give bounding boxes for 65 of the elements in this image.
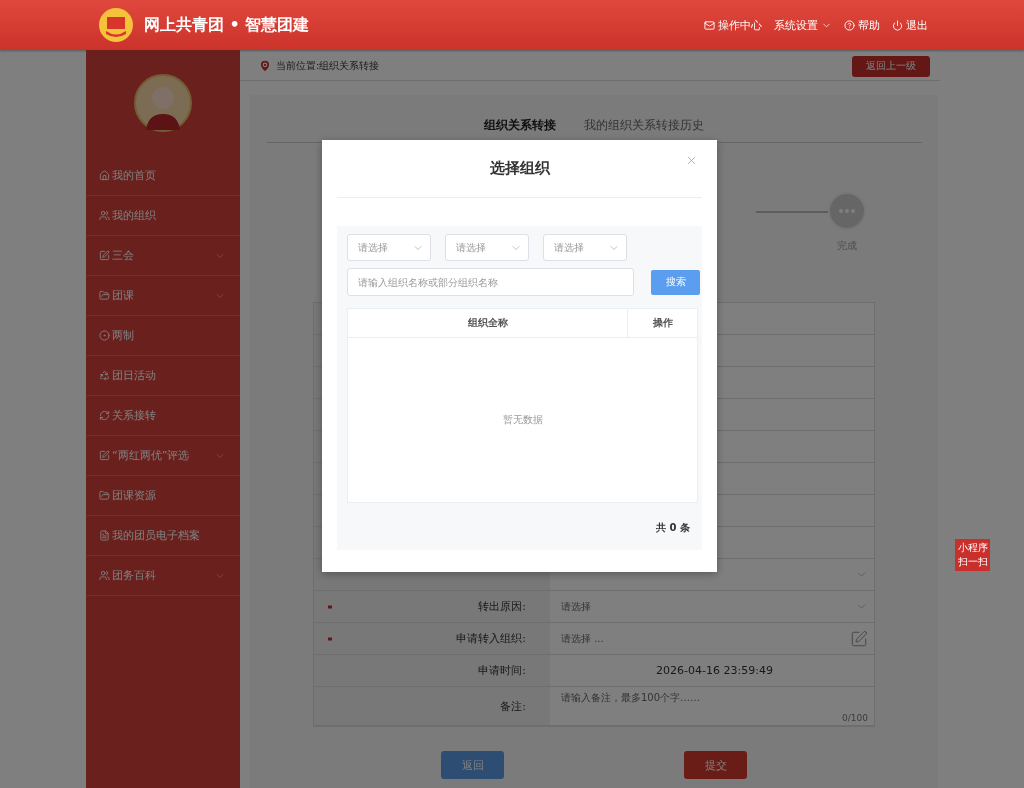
modal-title: 选择组织 xyxy=(489,159,550,178)
char-counter: 0/100 xyxy=(842,713,868,723)
power-icon xyxy=(892,19,903,31)
recycle-icon xyxy=(99,370,110,381)
sidebar-item[interactable]: 团课资源 xyxy=(86,476,240,516)
qr-badge[interactable]: 小程序 扫一扫 xyxy=(955,539,990,571)
field-label: 备注: xyxy=(500,698,526,714)
select-field[interactable]: 请选择 xyxy=(445,234,529,261)
column-header: 组织全称 xyxy=(348,309,628,337)
search-field[interactable]: 请输入组织名称或部分组织名称 xyxy=(347,268,634,296)
submit-button[interactable]: 提交 xyxy=(684,751,747,779)
help-icon xyxy=(844,19,855,31)
edit-icon[interactable] xyxy=(850,629,868,648)
logo-icon xyxy=(98,7,134,43)
home-icon xyxy=(99,170,110,181)
location-pin-icon xyxy=(258,59,272,73)
sidebar-item[interactable]: 我的团员电子档案 xyxy=(86,516,240,556)
sidebar-item[interactable]: 两制 xyxy=(86,316,240,356)
back-button[interactable]: 返回 xyxy=(441,751,504,779)
badge-text: 小程序 xyxy=(956,541,989,555)
select-field[interactable]: 请选择 xyxy=(347,234,431,261)
people-icon xyxy=(99,210,110,221)
folder-icon xyxy=(99,490,110,501)
back-button[interactable]: 返回上一级 xyxy=(852,55,930,77)
column-header: 操作 xyxy=(651,316,674,330)
nav-link[interactable]: 退出 xyxy=(892,17,928,33)
nav-link[interactable]: 系统设置 xyxy=(774,17,832,33)
mail-icon xyxy=(704,19,715,31)
step-icon xyxy=(828,192,866,230)
breadcrumb: 当前位置:组织关系转接 xyxy=(276,59,380,73)
sidebar-item[interactable]: “两红两优”评选 xyxy=(86,436,240,476)
sidebar-item[interactable]: 团日活动 xyxy=(86,356,240,396)
remark-field[interactable]: 请输入备注，最多100个字…… 0/100 xyxy=(550,687,874,725)
field-label: 转出原因: xyxy=(478,599,526,614)
sidebar-item[interactable]: 我的组织 xyxy=(86,196,240,236)
refresh-icon xyxy=(99,410,110,421)
search-button[interactable]: 搜索 xyxy=(651,269,700,295)
avatar xyxy=(134,74,192,132)
people-icon xyxy=(99,570,110,581)
empty-message: 暂无数据 xyxy=(502,413,543,427)
document-icon xyxy=(99,530,110,541)
site-title: 网上共青团 • 智慧团建 xyxy=(144,14,310,36)
required-icon xyxy=(328,636,332,641)
tab[interactable]: 我的组织关系转接历史 xyxy=(584,113,704,142)
sidebar-item[interactable]: 团务百科 xyxy=(86,556,240,596)
sidebar-item[interactable]: 我的首页 xyxy=(86,156,240,196)
total-count: 共 0 条 xyxy=(656,521,690,535)
nav-link[interactable]: 帮助 xyxy=(844,17,880,33)
field-value: 2026-04-16 23:59:49 xyxy=(656,664,773,677)
required-icon xyxy=(328,604,332,609)
sidebar-item[interactable]: 团课 xyxy=(86,276,240,316)
field-label: 申请时间: xyxy=(478,663,526,678)
folder-icon xyxy=(99,290,110,301)
select-field[interactable]: 请选择 xyxy=(543,234,627,261)
badge-text: 扫一扫 xyxy=(956,555,989,569)
pencil-square-icon xyxy=(99,450,110,461)
select-field[interactable]: 请选择 xyxy=(550,591,874,622)
close-button[interactable] xyxy=(685,154,698,167)
target-icon xyxy=(99,330,110,341)
pencil-square-icon xyxy=(99,250,110,261)
field-label: 申请转入组织: xyxy=(456,631,526,646)
nav-link[interactable]: 操作中心 xyxy=(704,17,762,33)
sidebar-item[interactable]: 关系接转 xyxy=(86,396,240,436)
close-icon xyxy=(685,154,698,167)
picker-field[interactable]: 请选择 ... xyxy=(550,623,874,654)
